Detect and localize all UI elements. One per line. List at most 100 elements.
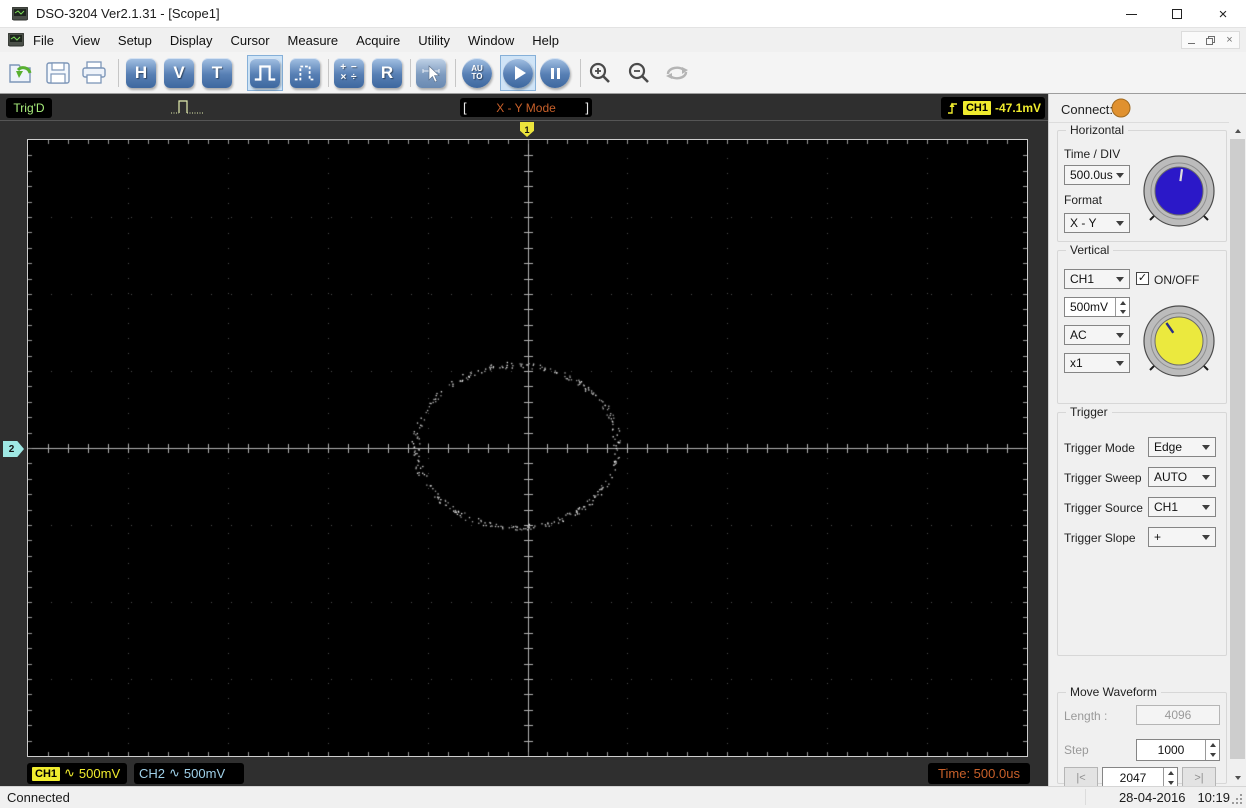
trigger-mode-select[interactable]: Edge	[1148, 437, 1216, 457]
title-bar: DSO-3204 Ver2.1.31 - [Scope1] ×	[0, 0, 1246, 28]
panel-scrollbar[interactable]	[1229, 122, 1246, 786]
control-panel: Connect: Horizontal Time / DIV 500.0us F…	[1048, 94, 1246, 786]
divider	[0, 120, 1048, 121]
toolbar: H V T + − × ÷ R AU TO	[0, 52, 1246, 94]
time-div-select[interactable]: 500.0us	[1064, 165, 1130, 185]
trigger-status-badge: Trig'D	[6, 98, 52, 118]
vertical-group: Vertical CH1 ✓ ON/OFF 500mV AC x1	[1057, 243, 1227, 404]
length-field: 4096	[1136, 705, 1220, 725]
scroll-down-button[interactable]	[1229, 769, 1246, 786]
menu-window[interactable]: Window	[459, 30, 523, 51]
menu-measure[interactable]: Measure	[279, 30, 348, 51]
format-select[interactable]: X - Y	[1064, 213, 1130, 233]
ch1-scale-readout: CH1 ∿ 500mV	[27, 763, 127, 784]
reference-button[interactable]: R	[372, 58, 402, 88]
mdi-minimize-button[interactable]	[1182, 32, 1201, 48]
trigger-setup-button[interactable]: T	[202, 58, 232, 88]
pulse-measure-button[interactable]	[290, 58, 320, 88]
menu-view[interactable]: View	[63, 30, 109, 51]
trigger-group-title: Trigger	[1066, 405, 1112, 419]
mdi-restore-button[interactable]	[1201, 32, 1220, 48]
menu-help[interactable]: Help	[523, 30, 568, 51]
document-icon	[8, 33, 24, 47]
math-button[interactable]: + − × ÷	[334, 58, 364, 88]
scroll-up-button[interactable]	[1229, 122, 1246, 139]
open-icon[interactable]	[8, 60, 36, 86]
position-stepper[interactable]: 2047	[1102, 767, 1178, 786]
stepper-up-button[interactable]	[1164, 768, 1177, 778]
channel-select[interactable]: CH1	[1064, 269, 1130, 289]
minimize-button[interactable]	[1108, 0, 1154, 28]
close-button[interactable]: ×	[1200, 0, 1246, 28]
step-stepper[interactable]: 1000	[1136, 739, 1220, 761]
trigger-slope-label: Trigger Slope	[1064, 531, 1136, 545]
run-button[interactable]	[503, 58, 533, 88]
menu-utility[interactable]: Utility	[409, 30, 459, 51]
toolbar-separator	[118, 59, 119, 87]
coupling-select[interactable]: AC	[1064, 325, 1130, 345]
menu-file[interactable]: File	[24, 30, 63, 51]
ch1-position-marker[interactable]: 1	[520, 122, 534, 137]
print-icon[interactable]	[80, 60, 108, 86]
zoom-in-icon[interactable]	[586, 60, 614, 86]
stepper-down-button[interactable]	[1206, 750, 1219, 760]
go-last-button[interactable]: >|	[1182, 767, 1216, 786]
maximize-icon	[1172, 9, 1182, 19]
ch2-label: CH2	[139, 766, 166, 781]
vertical-setup-button[interactable]: V	[164, 58, 194, 88]
trigger-mode-label: Trigger Mode	[1064, 441, 1135, 455]
pulse-dotted-icon	[294, 65, 316, 81]
toolbar-separator	[410, 59, 411, 87]
vertical-knob[interactable]	[1141, 303, 1217, 379]
zoom-out-icon[interactable]	[625, 60, 653, 86]
horizontal-knob[interactable]	[1141, 153, 1217, 229]
trigger-edge-icon	[947, 102, 957, 114]
onoff-label: ON/OFF	[1154, 273, 1200, 287]
resize-grip[interactable]	[1240, 802, 1242, 804]
pause-button[interactable]	[540, 58, 570, 88]
mdi-close-button[interactable]: ×	[1220, 32, 1239, 48]
pulse-waveform-button[interactable]	[250, 58, 280, 88]
cursor-measure-button[interactable]	[416, 58, 446, 88]
stepper-down-button[interactable]	[1164, 778, 1177, 786]
chevron-down-icon	[1116, 276, 1124, 282]
checkmark-icon: ✓	[1137, 272, 1148, 284]
mode-label: X - Y Mode	[496, 100, 556, 115]
menu-cursor[interactable]: Cursor	[222, 30, 279, 51]
toolbar-separator	[580, 59, 581, 87]
display-mode-indicator: [ X - Y Mode ]	[460, 98, 592, 117]
trigger-slope-select[interactable]: +	[1148, 527, 1216, 547]
menu-acquire[interactable]: Acquire	[347, 30, 409, 51]
trigger-level-value: -47.1mV	[994, 101, 1041, 115]
connection-status: Connected	[7, 790, 70, 805]
volts-div-stepper[interactable]: 500mV	[1064, 297, 1130, 317]
mdi-restore-icon	[1206, 35, 1215, 45]
maximize-button[interactable]	[1154, 0, 1200, 28]
time-div-label: Time / DIV	[1064, 147, 1121, 161]
menu-setup[interactable]: Setup	[109, 30, 161, 51]
autoset-button[interactable]: AU TO	[462, 58, 492, 88]
app-icon	[12, 7, 28, 21]
scrollbar-thumb[interactable]	[1230, 139, 1245, 759]
ch2-position-marker[interactable]: 2	[3, 441, 24, 457]
stepper-down-button[interactable]	[1116, 307, 1129, 316]
channel-onoff-checkbox[interactable]: ✓	[1136, 272, 1149, 285]
save-icon[interactable]	[44, 60, 72, 86]
cursor-pointer-icon	[422, 65, 440, 83]
scope-display-area: Trig'D [ X - Y Mode ] CH1 -47.1mV 1 2 CH…	[0, 94, 1048, 786]
probe-select[interactable]: x1	[1064, 353, 1130, 373]
menu-display[interactable]: Display	[161, 30, 222, 51]
stepper-up-button[interactable]	[1116, 298, 1129, 307]
chevron-down-icon	[1116, 360, 1124, 366]
trigger-sweep-select[interactable]: AUTO	[1148, 467, 1216, 487]
chevron-down-icon	[1202, 474, 1210, 480]
horizontal-setup-button[interactable]: H	[126, 58, 156, 88]
trigger-source-select[interactable]: CH1	[1148, 497, 1216, 517]
chevron-up-icon	[1234, 128, 1241, 133]
go-first-button[interactable]: |<	[1064, 767, 1098, 786]
stepper-up-button[interactable]	[1206, 740, 1219, 750]
time-value: 10:19	[1197, 790, 1230, 805]
pulse-mode-selected	[247, 55, 283, 91]
chevron-down-icon	[1116, 172, 1124, 178]
step-label: Step	[1064, 743, 1089, 757]
